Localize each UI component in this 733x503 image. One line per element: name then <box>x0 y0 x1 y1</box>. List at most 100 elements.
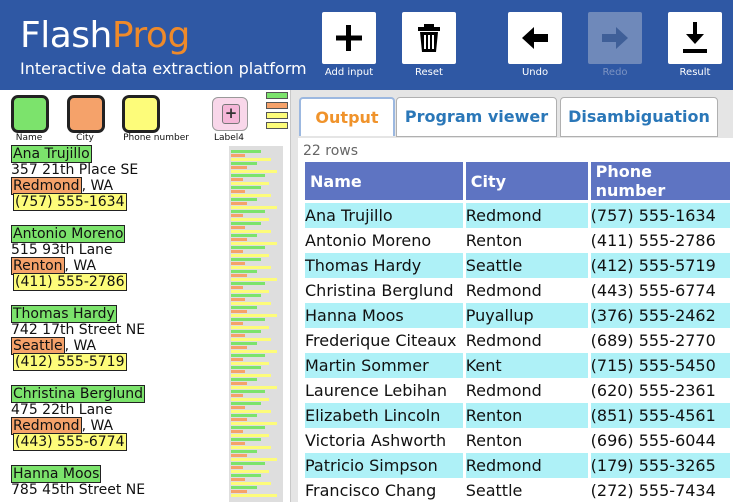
document-text[interactable]: Ana Trujillo 357 21th Place SE Redmond, … <box>11 145 226 502</box>
reset-button[interactable] <box>402 12 456 64</box>
table-row[interactable]: Laurence Lebihan Redmond (620) 555-2361 <box>305 378 730 403</box>
phone-color-swatch[interactable] <box>122 95 160 133</box>
table-row[interactable]: Thomas Hardy Seattle (412) 555-5719 <box>305 253 730 278</box>
scroll-map-marker <box>231 202 247 205</box>
cell-city[interactable]: Renton <box>466 428 588 453</box>
scroll-map-marker <box>231 418 247 421</box>
scroll-map-marker <box>231 222 261 225</box>
cell-name[interactable]: Elizabeth Lincoln <box>305 403 463 428</box>
cell-name[interactable]: Francisco Chang <box>305 478 463 503</box>
cell-name[interactable]: Patricio Simpson <box>305 453 463 478</box>
scroll-map-marker <box>231 442 245 445</box>
cell-city[interactable]: Redmond <box>465 203 588 228</box>
name-highlight[interactable]: Thomas Hardy <box>11 305 117 323</box>
name-color-swatch[interactable] <box>11 95 49 133</box>
scroll-map-marker <box>231 190 245 193</box>
table-row[interactable]: Martin Sommer Kent (715) 555-5450 <box>305 353 730 378</box>
cell-name[interactable]: Antonio Moreno <box>305 228 463 253</box>
cell-phone[interactable]: (376) 555-2462 <box>590 303 730 328</box>
phone-highlight[interactable]: (757) 555-1634 <box>13 193 127 211</box>
cell-city[interactable]: Seattle <box>466 478 588 503</box>
cell-phone[interactable]: (443) 555-6774 <box>591 278 730 303</box>
cell-city[interactable]: Puyallup <box>465 303 588 328</box>
result-button[interactable] <box>668 12 722 64</box>
cell-name[interactable]: Christina Berglund <box>305 278 463 303</box>
scroll-map-marker <box>231 422 277 425</box>
cell-city[interactable]: Seattle <box>465 253 588 278</box>
input-document-panel: Name City Phone number + Label4 Ana Truj… <box>0 90 291 502</box>
table-row[interactable]: Christina Berglund Redmond (443) 555-6774 <box>305 278 730 303</box>
cell-phone[interactable]: (620) 555-2361 <box>591 378 730 403</box>
legend-name-bar <box>266 92 288 99</box>
column-header-phone[interactable]: Phone number <box>590 162 730 203</box>
cell-phone[interactable]: (851) 555-4561 <box>590 403 730 428</box>
scroll-map-marker <box>231 414 257 417</box>
cell-phone[interactable]: (715) 555-5450 <box>590 353 730 378</box>
cell-city[interactable]: Redmond <box>466 378 588 403</box>
redo-button[interactable] <box>588 12 642 64</box>
document-scroll-map[interactable] <box>229 146 283 502</box>
cell-name[interactable]: Frederique Citeaux <box>305 328 463 353</box>
undo-button[interactable] <box>508 12 562 64</box>
phone-highlight[interactable]: (443) 555-6774 <box>13 433 127 451</box>
cell-name[interactable]: Thomas Hardy <box>305 253 463 278</box>
cell-city[interactable]: Redmond <box>466 328 588 353</box>
table-row[interactable]: Hanna Moos Puyallup (376) 555-2462 <box>305 303 730 328</box>
scroll-map-marker <box>231 262 245 265</box>
table-row[interactable]: Antonio Moreno Renton (411) 555-2786 <box>305 228 730 253</box>
column-header-name[interactable]: Name <box>305 162 463 203</box>
cell-phone[interactable]: (272) 555-7434 <box>591 478 730 503</box>
name-highlight[interactable]: Christina Berglund <box>11 385 146 403</box>
scroll-map-marker <box>231 354 265 357</box>
cell-name[interactable]: Martin Sommer <box>305 353 463 378</box>
scroll-map-marker <box>231 342 257 345</box>
phone-highlight[interactable]: (412) 555-5719 <box>13 353 127 371</box>
cell-name[interactable]: Victoria Ashworth <box>305 428 463 453</box>
phone-highlight[interactable]: (411) 555-2786 <box>13 273 127 291</box>
download-icon <box>683 22 707 53</box>
cell-city[interactable]: Renton <box>466 228 588 253</box>
cell-city[interactable]: Renton <box>465 403 588 428</box>
cell-phone[interactable]: (696) 555-6044 <box>591 428 730 453</box>
cell-name[interactable]: Ana Trujillo <box>305 203 463 228</box>
column-header-city[interactable]: City <box>465 162 588 203</box>
app-header: FlashProg Interactive data extraction pl… <box>0 0 733 90</box>
cell-city[interactable]: Redmond <box>466 278 588 303</box>
table-row[interactable]: Ana Trujillo Redmond (757) 555-1634 <box>305 203 730 228</box>
cell-city[interactable]: Kent <box>465 353 588 378</box>
table-row[interactable]: Frederique Citeaux Redmond (689) 555-2770 <box>305 328 730 353</box>
add-input-button[interactable] <box>322 12 376 64</box>
street-text: 515 93th Lane <box>11 242 113 258</box>
scroll-map-marker <box>231 250 243 253</box>
tab-output[interactable]: Output <box>299 97 395 136</box>
scroll-map-marker <box>231 434 269 437</box>
cell-phone[interactable]: (757) 555-1634 <box>590 203 730 228</box>
tab-program-viewer[interactable]: Program viewer <box>396 97 557 137</box>
cell-name[interactable]: Laurence Lebihan <box>305 378 463 403</box>
cell-phone[interactable]: (412) 555-5719 <box>590 253 730 278</box>
city-color-swatch[interactable] <box>67 95 105 133</box>
cell-name[interactable]: Hanna Moos <box>305 303 463 328</box>
table-row[interactable]: Patricio Simpson Redmond (179) 555-3265 <box>305 453 730 478</box>
name-highlight[interactable]: Antonio Moreno <box>11 225 126 243</box>
scroll-map-marker <box>231 258 261 261</box>
cell-phone[interactable]: (411) 555-2786 <box>591 228 730 253</box>
name-highlight[interactable]: Hanna Moos <box>11 465 102 483</box>
scroll-map-marker <box>231 362 269 365</box>
tab-disambiguation[interactable]: Disambiguation <box>560 97 718 137</box>
trash-icon <box>418 24 440 52</box>
name-highlight[interactable]: Ana Trujillo <box>11 145 92 163</box>
cell-phone[interactable]: (179) 555-3265 <box>590 453 730 478</box>
scroll-map-marker <box>231 234 257 237</box>
add-label4-button[interactable]: + <box>212 97 248 131</box>
cell-phone[interactable]: (689) 555-2770 <box>591 328 730 353</box>
table-row[interactable]: Francisco Chang Seattle (272) 555-7434 <box>305 478 730 503</box>
cell-city[interactable]: Redmond <box>465 453 588 478</box>
state-text: , WA <box>81 418 114 434</box>
table-row[interactable]: Victoria Ashworth Renton (696) 555-6044 <box>305 428 730 453</box>
table-row[interactable]: Elizabeth Lincoln Renton (851) 555-4561 <box>305 403 730 428</box>
document-record: Ana Trujillo 357 21th Place SE Redmond, … <box>11 145 226 211</box>
output-panel: Output Program viewer Disambiguation 22 … <box>291 90 733 502</box>
plus-icon: + <box>222 104 240 124</box>
street-text: 742 17th Street NE <box>11 322 146 338</box>
